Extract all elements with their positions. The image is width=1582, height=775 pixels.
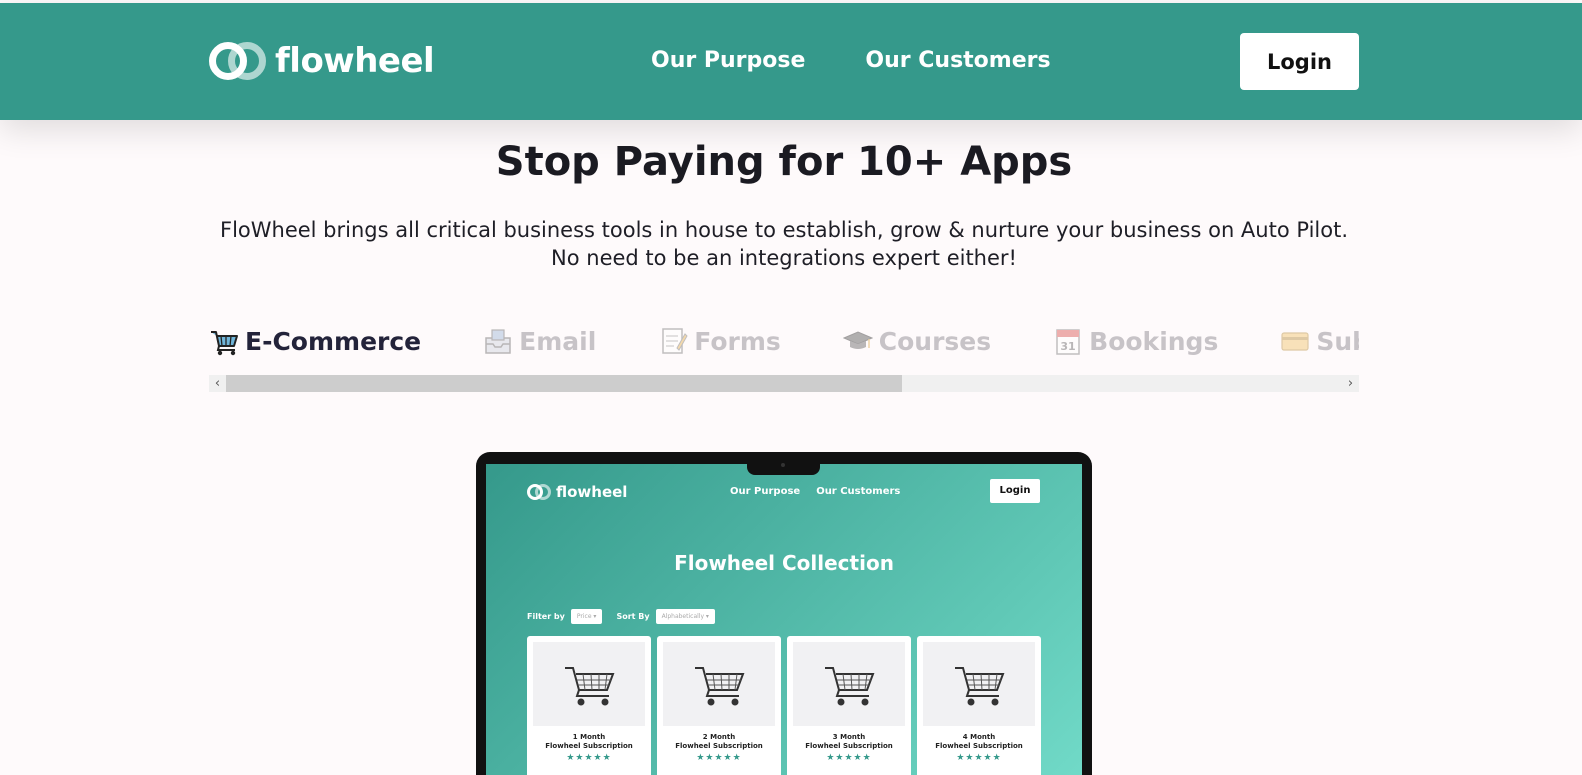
calendar-day: 31 [1061, 340, 1076, 353]
scrollbar-thumb[interactable] [226, 375, 902, 392]
nav-our-customers[interactable]: Our Customers [865, 48, 1050, 73]
mockup-nav: Our Purpose Our Customers [730, 486, 900, 497]
product-duration: 1 Month [572, 733, 606, 741]
product-rating: ★★★★★ [566, 753, 612, 763]
tab-subscriptions[interactable]: Subscriptions [1280, 326, 1359, 356]
filter-label: Filter by [527, 612, 565, 621]
calendar-icon: 31 [1053, 326, 1083, 356]
product-image [793, 642, 905, 726]
product-rating: ★★★★★ [956, 753, 1002, 763]
product-name: Flowheel Subscription [545, 742, 633, 750]
mockup-login-button: Login [990, 479, 1040, 503]
product-name: Flowheel Subscription [805, 742, 893, 750]
main-nav: Our Purpose Our Customers [651, 48, 1051, 73]
mockup-nav-our-customers: Our Customers [816, 486, 901, 497]
flowheel-logo-icon [209, 41, 266, 81]
memo-icon [658, 326, 688, 356]
shopping-cart-icon [695, 667, 745, 706]
credit-card-icon [1280, 326, 1310, 356]
product-image [533, 642, 645, 726]
product-rating: ★★★★★ [696, 753, 742, 763]
sort-label: Sort By [616, 612, 650, 621]
product-name: Flowheel Subscription [675, 742, 763, 750]
filter-select: Price ▾ [570, 609, 603, 624]
product-name: Flowheel Subscription [935, 742, 1023, 750]
sort-select: Alphabetically ▾ [655, 609, 715, 624]
feature-tabs: E-Commerce Email Forms Courses 31 Bookin… [209, 326, 1359, 366]
product-card: 4 Month Flowheel Subscription ★★★★★ [917, 636, 1041, 775]
mockup-brand-logo: flowheel [527, 483, 627, 501]
product-image [663, 642, 775, 726]
mockup-filters: Filter by Price ▾ Sort By Alphabetically… [527, 609, 729, 624]
brand-name: flowheel [275, 41, 435, 81]
login-button[interactable]: Login [1240, 33, 1359, 90]
scroll-left-icon[interactable]: ‹ [209, 375, 226, 392]
product-duration: 3 Month [832, 733, 866, 741]
shopping-cart-icon [825, 667, 875, 706]
product-duration: 2 Month [702, 733, 736, 741]
laptop-screen: flowheel Our Purpose Our Customers Login… [486, 464, 1082, 775]
flowheel-logo-icon [527, 484, 551, 500]
tab-bookings[interactable]: 31 Bookings [1053, 326, 1218, 356]
site-header: flowheel Our Purpose Our Customers Login [0, 3, 1582, 120]
product-card: 3 Month Flowheel Subscription ★★★★★ [787, 636, 911, 775]
product-grid: 1 Month Flowheel Subscription ★★★★★ 2 Mo… [527, 636, 1041, 775]
shopping-cart-icon [209, 326, 239, 356]
scroll-right-icon[interactable]: › [1342, 375, 1359, 392]
laptop-notch [747, 452, 820, 475]
product-rating: ★★★★★ [826, 753, 872, 763]
tab-courses[interactable]: Courses [842, 326, 992, 356]
tab-label: Email [519, 326, 597, 356]
shopping-cart-icon [565, 667, 615, 706]
nav-our-purpose[interactable]: Our Purpose [651, 48, 805, 73]
mockup-brand-name: flowheel [556, 483, 628, 501]
mockup-nav-our-purpose: Our Purpose [730, 486, 801, 497]
tab-label: Subscriptions [1316, 326, 1359, 356]
page-title: Stop Paying for 10+ Apps [495, 139, 1073, 185]
mockup-title: Flowheel Collection [674, 551, 894, 575]
inbox-tray-icon [483, 326, 513, 356]
tabs-scrollbar[interactable]: ‹ › [209, 375, 1359, 392]
graduation-cap-icon [842, 326, 874, 356]
tab-forms[interactable]: Forms [658, 326, 781, 356]
tab-label: Courses [878, 326, 992, 356]
product-card: 2 Month Flowheel Subscription ★★★★★ [657, 636, 781, 775]
tab-email[interactable]: Email [483, 326, 596, 356]
laptop-mockup: flowheel Our Purpose Our Customers Login… [476, 452, 1092, 775]
product-duration: 4 Month [962, 733, 996, 741]
tab-e-commerce[interactable]: E-Commerce [209, 326, 421, 356]
shopping-cart-icon [955, 667, 1005, 706]
brand-logo[interactable]: flowheel [209, 41, 435, 81]
product-card: 1 Month Flowheel Subscription ★★★★★ [527, 636, 651, 775]
product-image [923, 642, 1035, 726]
tab-label: E-Commerce [245, 326, 422, 356]
hero-subtitle: FloWheel brings all critical business to… [220, 218, 1348, 270]
tab-label: Bookings [1089, 326, 1219, 356]
tab-label: Forms [694, 326, 781, 356]
